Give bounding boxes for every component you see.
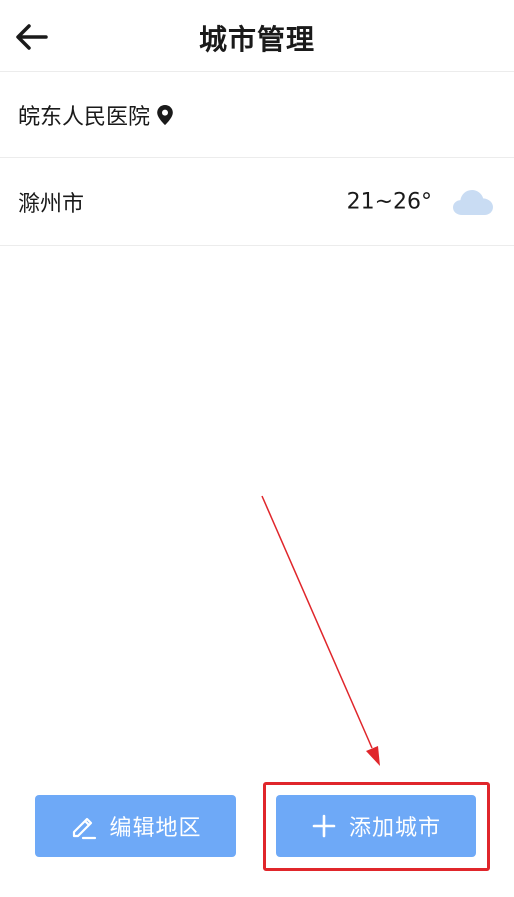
edit-region-button[interactable]: 编辑地区 xyxy=(35,795,236,857)
pencil-icon xyxy=(69,812,97,840)
location-name: 皖东人民医院 xyxy=(18,104,151,130)
cloud-icon xyxy=(453,189,493,215)
header: 城市管理 xyxy=(0,0,514,72)
city-row[interactable]: 滁州市 21~26° xyxy=(0,158,514,246)
location-pin-icon xyxy=(156,104,174,126)
add-city-label: 添加城市 xyxy=(348,816,441,841)
plus-icon xyxy=(311,813,337,839)
page-title: 城市管理 xyxy=(198,23,315,56)
add-city-button[interactable]: 添加城市 xyxy=(276,795,476,857)
location-row[interactable]: 皖东人民医院 xyxy=(0,72,514,158)
city-label-group: 滁州市 xyxy=(18,186,84,218)
edit-region-label: 编辑地区 xyxy=(109,816,202,841)
city-name: 滁州市 xyxy=(18,191,85,217)
temperature-range: 21~26° xyxy=(346,189,432,214)
location-label-group: 皖东人民医院 xyxy=(18,99,174,131)
